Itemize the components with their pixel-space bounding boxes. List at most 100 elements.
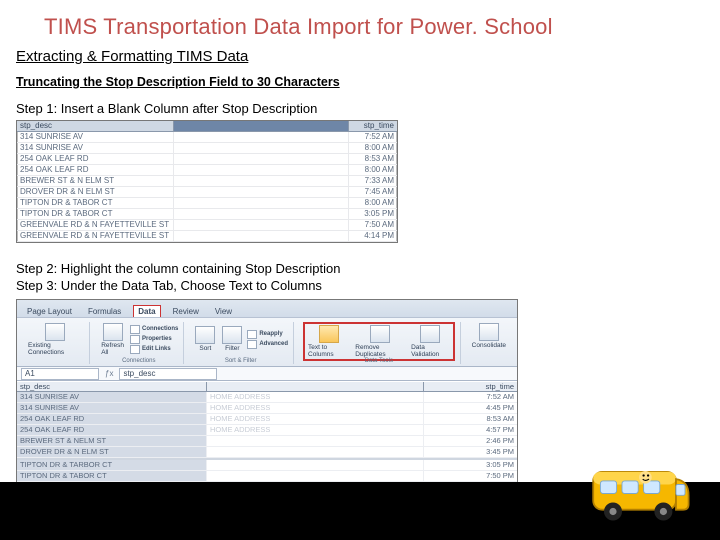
edit-links-button[interactable]: Edit Links <box>130 345 178 354</box>
cell-time: 3:05 PM <box>424 460 517 470</box>
col-header-blank <box>174 121 349 131</box>
cell-time: 3:45 PM <box>424 447 517 457</box>
remove-duplicates-button[interactable]: Remove Duplicates <box>353 324 407 359</box>
ribbon-body: Existing Connections Refresh All Connect… <box>17 318 517 367</box>
cell-blank <box>174 209 349 219</box>
tab-view[interactable]: View <box>211 306 236 317</box>
tab-review[interactable]: Review <box>169 306 203 317</box>
cell-time: 7:52 AM <box>424 392 517 402</box>
cell-desc: TIPTON DR & TARBOR CT <box>17 460 207 470</box>
sort-button[interactable]: Sort <box>193 325 217 353</box>
cell-desc: 254 OAK LEAF RD <box>17 154 174 164</box>
edit-links-label: Edit Links <box>142 346 171 352</box>
cell-time: 8:00 AM <box>349 198 397 208</box>
sort-label: Sort <box>199 345 211 352</box>
group-connections-label: Connections <box>94 358 183 364</box>
cell-time: 7:45 AM <box>349 187 397 197</box>
figure-excel-ribbon: Page Layout Formulas Data Review View Ex… <box>16 299 518 505</box>
table-row: 254 OAK LEAF RD8:00 AM <box>17 165 397 176</box>
formula-bar: A1 ƒx stp_desc <box>17 367 517 381</box>
data-validation-label: Data Validation <box>411 344 450 358</box>
reapply-button[interactable]: Reapply <box>247 330 288 339</box>
subsection-heading: Truncating the Stop Description Field to… <box>16 75 704 89</box>
cell-desc: GREENVALE RD & N FAYETTEVILLE ST <box>17 220 174 230</box>
cell-time: 3:05 PM <box>349 209 397 219</box>
col-header-a: stp_desc <box>17 121 174 131</box>
formula-input[interactable]: stp_desc <box>119 368 217 380</box>
table-row: TIPTON DR & TABOR CT 8:00 AM <box>17 198 397 209</box>
page-title: TIMS Transportation Data Import for Powe… <box>44 14 704 40</box>
figure-worksheet-blank-column: stp_desc stp_time 314 SUNRISE AV7:52 AM3… <box>16 120 398 243</box>
cell-ghost: HOME ADDRESS <box>207 414 424 424</box>
cell-ghost <box>207 460 424 470</box>
text-to-columns-label: Text to Columns <box>308 344 349 358</box>
slide: TIMS Transportation Data Import for Powe… <box>0 0 720 505</box>
data-validation-button[interactable]: Data Validation <box>409 324 452 359</box>
advanced-button[interactable]: Advanced <box>247 340 288 349</box>
refresh-all-label: Refresh All <box>101 342 124 356</box>
cell-desc: TIPTON DR & TABOR CT <box>17 198 174 208</box>
cell-desc: DROVER DR & N ELM ST <box>17 187 174 197</box>
col-header-a: stp_desc <box>17 382 207 391</box>
section-heading: Extracting & Formatting TIMS Data <box>16 48 704 65</box>
ribbon-tabs: Page Layout Formulas Data Review View <box>17 300 517 318</box>
consolidate-label: Consolidate <box>472 342 506 349</box>
properties-icon <box>130 335 140 344</box>
cell-ghost: HOME ADDRESS <box>207 403 424 413</box>
remove-duplicates-label: Remove Duplicates <box>355 344 405 358</box>
cell-blank <box>174 220 349 230</box>
name-box[interactable]: A1 <box>21 368 99 380</box>
cell-desc: 314 SUNRISE AV <box>17 143 174 153</box>
col-header-c: stp_time <box>349 121 397 131</box>
reapply-label: Reapply <box>259 331 282 337</box>
school-bus-icon <box>586 448 694 530</box>
step-1-text: Step 1: Insert a Blank Column after Stop… <box>16 101 704 116</box>
table-row: 314 SUNRISE AV8:00 AM <box>17 143 397 154</box>
filter-button[interactable]: Filter <box>220 325 244 353</box>
group-sort-filter-label: Sort & Filter <box>188 358 293 364</box>
step-3-text: Step 3: Under the Data Tab, Choose Text … <box>16 278 704 293</box>
remove-duplicates-icon <box>370 325 390 343</box>
table-row: GREENVALE RD & N FAYETTEVILLE ST7:50 AM <box>17 220 397 231</box>
cell-blank <box>174 198 349 208</box>
cell-ghost: HOME ADDRESS <box>207 425 424 435</box>
cell-desc: BREWER ST & NELM ST <box>17 436 207 446</box>
properties-button[interactable]: Properties <box>130 335 178 344</box>
advanced-label: Advanced <box>259 341 288 347</box>
group-data-tools: Text to Columns Remove Duplicates Data V… <box>298 322 461 364</box>
table-row: 314 SUNRISE AV7:52 AM <box>17 132 397 143</box>
cell-desc: 254 OAK LEAF RD <box>17 414 207 424</box>
table-row: DROVER DR & N ELM ST 3:45 PM <box>17 447 517 458</box>
group-consolidate: Consolidate <box>465 322 513 364</box>
cell-time: 4:45 PM <box>424 403 517 413</box>
table-row: 254 OAK LEAF RD8:53 AM <box>17 154 397 165</box>
existing-connections-button[interactable]: Existing Connections <box>26 322 84 357</box>
refresh-all-button[interactable]: Refresh All <box>99 322 126 357</box>
cell-desc: 314 SUNRISE AV <box>17 132 174 142</box>
cell-blank <box>174 154 349 164</box>
tab-formulas[interactable]: Formulas <box>84 306 125 317</box>
group-data-tools-label: Data Tools <box>298 358 460 364</box>
cell-blank <box>174 132 349 142</box>
connections-label: Connections <box>142 326 178 332</box>
table-header: stp_desc stp_time <box>17 382 517 392</box>
cell-desc: TIPTON DR & TABOR CT <box>17 209 174 219</box>
tab-page-layout[interactable]: Page Layout <box>23 306 76 317</box>
cell-desc: 314 SUNRISE AV <box>17 403 207 413</box>
text-to-columns-button[interactable]: Text to Columns <box>306 324 351 359</box>
tab-data[interactable]: Data <box>133 305 160 317</box>
table-row: GREENVALE RD & N FAYETTEVILLE ST4:14 PM <box>17 231 397 242</box>
cell-desc: TIPTON DR & TABOR CT <box>17 471 207 481</box>
data-validation-icon <box>420 325 440 343</box>
cell-ghost: HOME ADDRESS <box>207 392 424 402</box>
cell-desc: 314 SUNRISE AV <box>17 392 207 402</box>
cell-time: 8:00 AM <box>349 165 397 175</box>
connections-button[interactable]: Connections <box>130 325 178 334</box>
fx-icon[interactable]: ƒx <box>105 369 113 378</box>
text-to-columns-icon <box>319 325 339 343</box>
cell-desc: DROVER DR & N ELM ST <box>17 447 207 457</box>
table-row: TIPTON DR & TABOR CT7:50 PM <box>17 471 517 482</box>
consolidate-button[interactable]: Consolidate <box>470 322 508 350</box>
col-header-blank <box>207 382 424 391</box>
table-row: 314 SUNRISE AVHOME ADDRESS4:45 PM <box>17 403 517 414</box>
